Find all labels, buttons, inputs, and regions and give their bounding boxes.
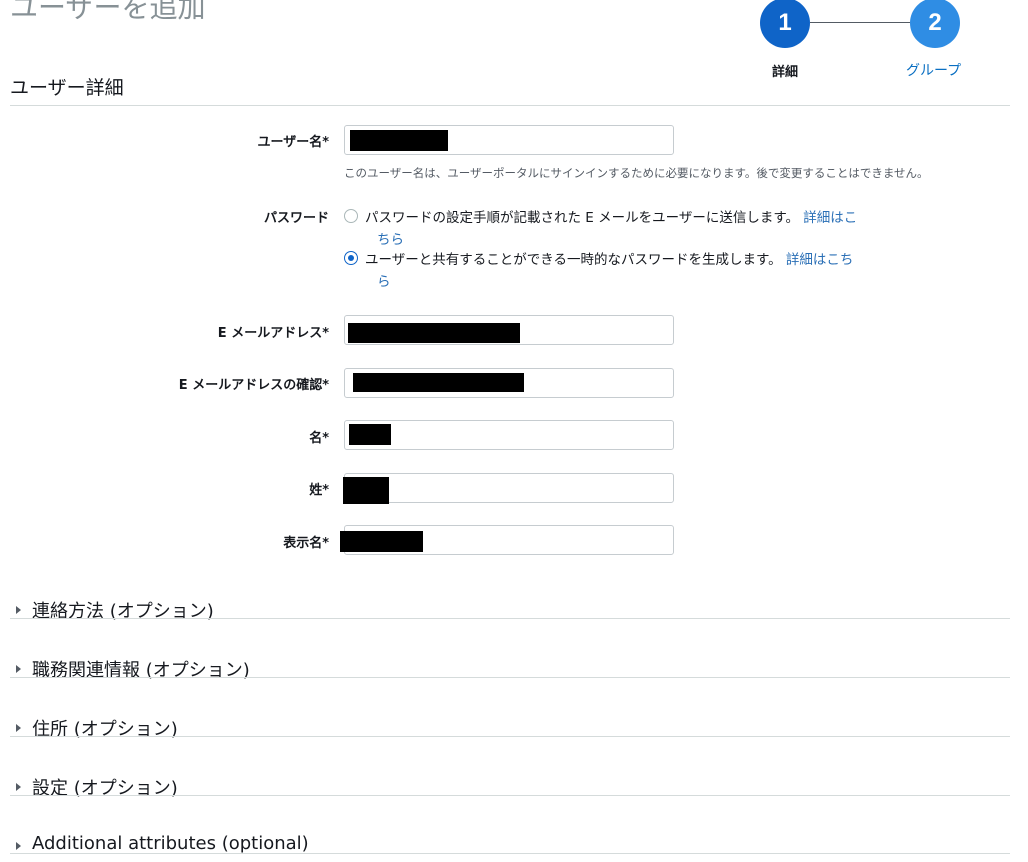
- username-input[interactable]: [344, 125, 674, 155]
- last-name-input[interactable]: [343, 473, 674, 504]
- expander-label: Additional attributes (optional): [32, 833, 309, 854]
- username-hint: このユーザー名は、ユーザーポータルにサインインするために必要になります。後で変更…: [344, 166, 929, 180]
- step-2-indicator[interactable]: 2: [910, 0, 960, 48]
- section-heading: ユーザー詳細: [10, 77, 124, 99]
- learn-more-link[interactable]: 詳細はこ: [803, 210, 857, 226]
- step-1-indicator[interactable]: 1: [760, 0, 810, 48]
- password-email-option-text: パスワードの設定手順が記載された E メールをユーザーに送信します。: [365, 210, 799, 226]
- section-divider: [10, 105, 1010, 106]
- expander-label: 職務関連情報 (オプション): [32, 660, 250, 681]
- caret-right-icon: [16, 842, 21, 850]
- display-name-label: 表示名*: [283, 536, 329, 551]
- learn-more-link-continued[interactable]: ら: [377, 270, 391, 290]
- caret-right-icon: [16, 724, 21, 732]
- password-generate-option-text: ユーザーと共有することができる一時的なパスワードを生成します。: [365, 252, 782, 268]
- password-email-radio[interactable]: [344, 209, 358, 223]
- caret-right-icon: [16, 665, 21, 673]
- step-connector: [810, 22, 910, 23]
- password-email-option[interactable]: パスワードの設定手順が記載された E メールをユーザーに送信します。 詳細はこ: [365, 206, 857, 226]
- step-1-label: 詳細: [772, 65, 799, 80]
- caret-right-icon: [16, 783, 21, 791]
- step-2-label[interactable]: グループ: [906, 60, 961, 80]
- divider: [10, 795, 1010, 796]
- expander-job-info[interactable]: 職務関連情報 (オプション): [10, 659, 1010, 718]
- divider: [10, 618, 1010, 619]
- divider: [10, 853, 1010, 854]
- username-label: ユーザー名*: [257, 135, 329, 150]
- expander-label: 設定 (オプション): [32, 778, 178, 799]
- email-input[interactable]: [344, 315, 674, 345]
- email-confirm-input[interactable]: [344, 368, 674, 398]
- redacted-value: [350, 130, 448, 151]
- learn-more-link-continued[interactable]: ちら: [377, 228, 404, 248]
- redacted-value: [343, 477, 389, 504]
- password-generate-option[interactable]: ユーザーと共有することができる一時的なパスワードを生成します。 詳細はこち: [365, 248, 853, 268]
- wizard-stepper: 1 2 詳細 グループ: [0, 0, 1028, 90]
- email-label: E メールアドレス*: [217, 326, 329, 341]
- first-name-input[interactable]: [344, 420, 674, 450]
- first-name-label: 名*: [309, 431, 329, 446]
- expander-address[interactable]: 住所 (オプション): [10, 718, 1010, 777]
- expander-settings[interactable]: 設定 (オプション): [10, 777, 1010, 836]
- redacted-value: [353, 373, 524, 392]
- expander-label: 連絡方法 (オプション): [32, 601, 214, 622]
- expander-additional-attributes[interactable]: Additional attributes (optional): [10, 833, 1010, 862]
- divider: [10, 736, 1010, 737]
- expander-contact-methods[interactable]: 連絡方法 (オプション): [10, 600, 1010, 659]
- caret-right-icon: [16, 606, 21, 614]
- redacted-value: [348, 323, 520, 343]
- email-confirm-label: E メールアドレスの確認*: [178, 378, 329, 393]
- password-generate-radio[interactable]: [344, 251, 358, 265]
- password-label: パスワード: [263, 211, 329, 226]
- learn-more-link[interactable]: 詳細はこち: [786, 252, 854, 268]
- redacted-value: [340, 531, 423, 552]
- redacted-value: [349, 424, 391, 445]
- display-name-input[interactable]: [340, 525, 674, 555]
- divider: [10, 677, 1010, 678]
- last-name-label: 姓*: [309, 483, 329, 498]
- expander-label: 住所 (オプション): [32, 719, 178, 740]
